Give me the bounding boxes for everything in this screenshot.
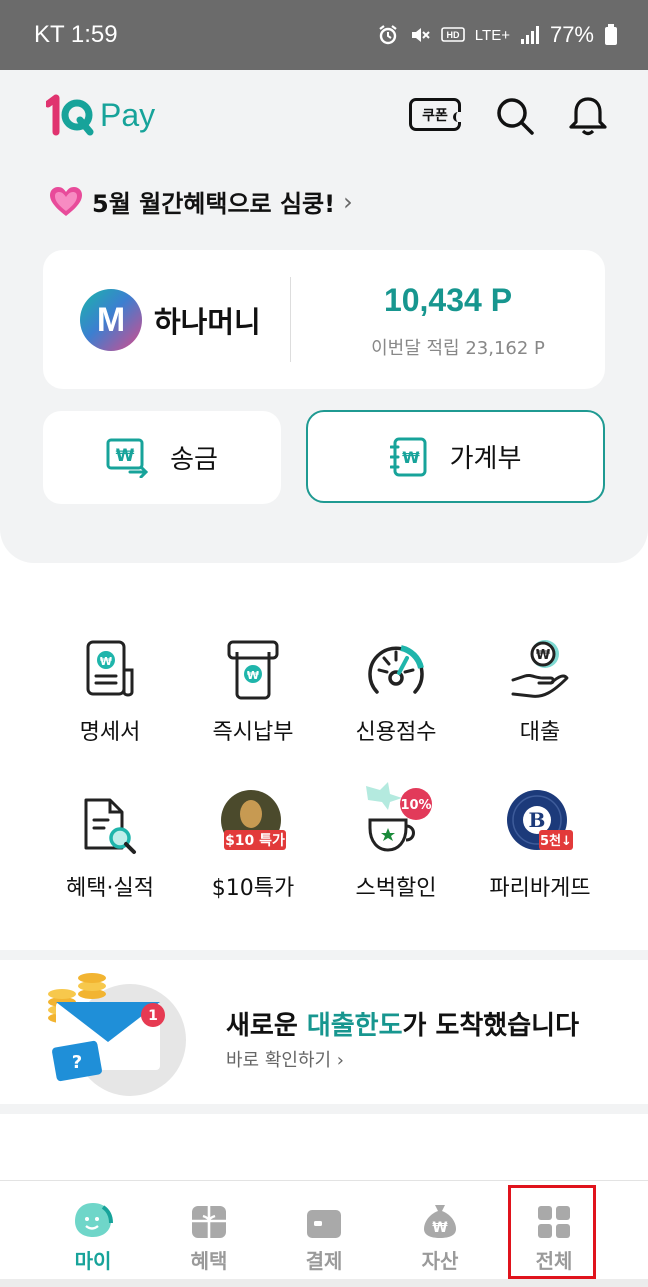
banner-title-before: 새로운 (226, 1011, 307, 1041)
svg-text:₩: ₩ (100, 655, 112, 668)
money-bag-icon: ₩ (424, 1205, 456, 1238)
coupon-label: 쿠폰 (422, 107, 448, 124)
logo-letter: B (529, 808, 546, 832)
card-icon (307, 1210, 341, 1238)
points-balance: 10,434 P (383, 282, 513, 318)
menu-10-dollar-deal[interactable]: $10 특가 $10특가 (188, 786, 318, 902)
hana-money-card[interactable]: M 하나머니 10,434 P 이번달 적립 23,162 P (43, 250, 605, 389)
ledger-icon: ₩ (389, 437, 427, 476)
highlight-box (508, 1185, 596, 1279)
mona-lisa-deal-icon: $10 특가 (221, 790, 286, 850)
document-search-icon (84, 798, 136, 854)
tab-assets[interactable]: ₩ 자산 (385, 1181, 495, 1274)
menu-benefits[interactable]: 혜택·실적 (45, 786, 175, 902)
send-money-icon: ₩ (106, 438, 149, 478)
tab-label: 결제 (305, 1249, 343, 1273)
coupon-button[interactable]: 쿠폰 (409, 98, 464, 131)
svg-text:₩: ₩ (116, 446, 135, 466)
status-bar: KT 1:59 HD LTE+ 77% (0, 0, 648, 70)
battery-icon (604, 24, 618, 46)
tab-payment[interactable]: 결제 (269, 1181, 379, 1274)
discount-badge-text: 5천↓ (540, 834, 572, 849)
menu-label: 스벅할인 (355, 876, 437, 901)
menu-label: 명세서 (79, 720, 141, 745)
banner-title-after: 가 도착했습니다 (402, 1011, 580, 1041)
section-divider (0, 950, 648, 960)
alarm-icon (377, 24, 399, 46)
tab-label: 자산 (421, 1249, 459, 1273)
battery-percent: 77% (549, 22, 594, 47)
banner-title: 새로운 대출한도가 도착했습니다 (226, 1005, 579, 1042)
discount-badge-text: 10% (400, 798, 431, 813)
menu-label: 즉시납부 (212, 720, 294, 745)
tab-label: 혜택 (190, 1249, 228, 1273)
hana-money-logo: M (80, 289, 142, 351)
svg-text:₩: ₩ (432, 1220, 448, 1236)
my-face-icon (75, 1203, 113, 1237)
menu-label: $10특가 (211, 876, 295, 901)
svg-text:₩: ₩ (247, 669, 259, 682)
menu-label: 혜택·실적 (66, 876, 154, 901)
promo-text: 5월 월간혜택으로 심쿵! (92, 190, 336, 218)
promo-link[interactable]: 5월 월간혜택으로 심쿵! › (48, 184, 353, 219)
logo-text: Pay (100, 96, 156, 133)
svg-text:HD: HD (446, 30, 459, 40)
bell-icon[interactable] (566, 94, 610, 142)
top-section: Pay 쿠폰 5월 월간혜택으로 심쿵! › M 하나머니 10,434 P 이… (0, 70, 648, 563)
mute-icon (409, 24, 431, 46)
menu-loan[interactable]: ₩ 대출 (475, 630, 605, 746)
banner-title-highlight: 대출한도 (306, 1011, 403, 1041)
app-logo: Pay (46, 94, 155, 136)
gauge-icon (368, 645, 424, 694)
logo-mark-icon (46, 94, 94, 136)
menu-label: 파리바게뜨 (489, 876, 591, 901)
search-icon[interactable] (495, 96, 535, 140)
atm-payment-icon: ₩ (227, 640, 279, 700)
svg-text:₩: ₩ (402, 448, 420, 467)
notification-count: 1 (148, 1008, 158, 1024)
carrier-time: KT 1:59 (34, 21, 118, 48)
menu-instant-pay[interactable]: ₩ 즉시납부 (188, 630, 318, 746)
menu-statement[interactable]: ₩ 명세서 (45, 630, 175, 746)
loan-hand-coin-icon: ₩ (511, 640, 569, 698)
menu-credit-score[interactable]: 신용점수 (331, 630, 461, 746)
paris-baguette-logo-icon: B 5천↓ (507, 790, 573, 850)
menu-paris-baguette[interactable]: B 5천↓ 파리바게뜨 (475, 786, 605, 902)
envelope-coins-icon: 1 ? (48, 973, 186, 1096)
deal-badge-text: $10 특가 (225, 833, 285, 849)
menu-label: 대출 (519, 720, 561, 745)
starbucks-cup-icon: 10% (366, 782, 432, 852)
bottom-strip (0, 1279, 648, 1287)
loan-limit-banner[interactable]: 1 ? 새로운 대출한도가 도착했습니다 바로 확인하기 › (0, 960, 648, 1104)
send-label: 송금 (170, 445, 218, 475)
statement-icon: ₩ (86, 640, 134, 697)
menu-label: 신용점수 (355, 720, 437, 745)
ledger-button[interactable]: ₩ 가계부 (306, 410, 605, 503)
ledger-label: 가계부 (449, 444, 522, 474)
section-divider (0, 1104, 648, 1114)
tab-label: 마이 (74, 1249, 112, 1273)
network-type: LTE+ (474, 26, 510, 44)
chevron-right-icon: › (343, 187, 353, 216)
menu-starbucks-discount[interactable]: 10% 스벅할인 (331, 782, 461, 902)
signal-icon (520, 25, 540, 45)
gift-icon (192, 1206, 226, 1238)
send-money-button[interactable]: ₩ 송금 (43, 411, 281, 504)
hd-icon: HD (440, 26, 465, 44)
svg-text:?: ? (72, 1052, 82, 1073)
heart-icon (50, 186, 82, 216)
svg-text:₩: ₩ (536, 648, 551, 663)
tab-benefits[interactable]: 혜택 (154, 1181, 264, 1274)
tab-my[interactable]: 마이 (38, 1181, 148, 1274)
hana-money-name: 하나머니 (154, 305, 261, 339)
monthly-earned: 이번달 적립 23,162 P (371, 338, 545, 359)
banner-check-link[interactable]: 바로 확인하기 › (226, 1046, 344, 1072)
status-icons: HD LTE+ 77% (377, 22, 618, 48)
